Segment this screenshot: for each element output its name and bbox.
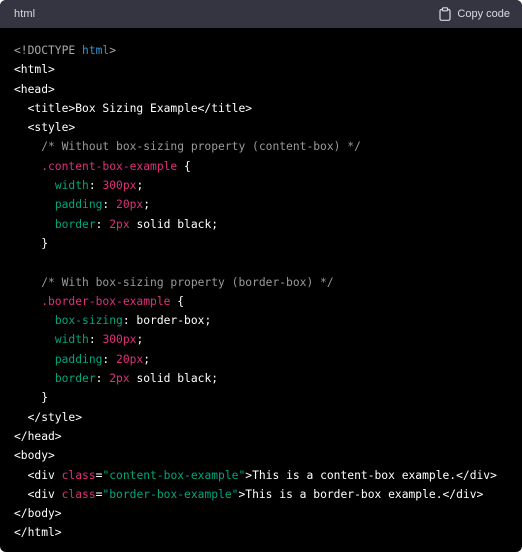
code-token: 2px [109,372,130,386]
code-token: <body> [14,449,55,463]
code-line: box-sizing: border-box; [14,311,508,330]
code-token: { [177,159,191,173]
code-token: solid black; [129,372,219,386]
code-line: <!DOCTYPE html> [14,41,508,60]
code-token: </head> [14,429,62,443]
code-token: padding [54,198,103,212]
code-token: } [14,391,49,405]
code-token: class [61,487,96,501]
code-token: box-sizing [54,314,123,328]
code-token: border [54,372,96,386]
code-token: <div [14,487,62,501]
code-token: solid black; [129,217,219,231]
code-block: html Copy code <!DOCTYPE html> <html> <hea… [0,0,522,552]
code-token: 20px [116,352,144,366]
code-token: >This is a border-box example.</div> [238,487,484,501]
code-line: padding: 20px; [14,350,508,369]
code-token: "border-box-example" [102,487,239,501]
code-line: border: 2px solid black; [14,369,508,388]
clipboard-icon [439,7,452,21]
code-token: .content-box-example [14,159,178,173]
code-token: ; [136,179,144,193]
code-line: .border-box-example { [14,292,508,311]
code-token: </body> [14,507,62,521]
code-token: <!DOCTYPE [14,44,83,57]
code-line: </head> [14,427,508,446]
code-line: <style> [14,118,508,137]
code-token: 300px [102,333,137,347]
code-token: : [88,179,103,193]
code-token: width [54,179,89,193]
language-label: html [14,8,36,20]
code-line: padding: 20px; [14,195,508,214]
code-token: : [95,217,110,231]
code-line: <div class="border-box-example">This is … [14,485,508,504]
code-token: 300px [102,179,137,193]
code-line: } [14,388,508,407]
code-token: { [170,294,185,308]
code-token: width [54,333,89,347]
code-token: : [88,333,103,347]
code-line: <title>Box Sizing Example</title> [14,99,508,118]
code-token: <html> [14,63,55,77]
code-token: : [95,372,110,386]
code-token: : [102,352,117,366]
code-token: "content-box-example" [102,468,246,482]
code-token: > [109,44,117,57]
code-token: /* Without box-sizing property (content-… [14,140,361,154]
code-token: <style> [14,121,76,135]
code-token: <head> [14,82,55,96]
code-line: </body> [14,504,508,523]
code-token: /* With box-sizing property (border-box)… [14,275,334,289]
code-token: 2px [109,217,130,231]
code-line: </style> [14,408,508,427]
code-token: ; [143,198,151,212]
code-line: border: 2px solid black; [14,215,508,234]
code-line: <body> [14,446,508,465]
code-line: .content-box-example { [14,157,508,176]
code-token: ; [136,333,144,347]
code-block-header: html Copy code [0,0,522,28]
code-line: /* Without box-sizing property (content-… [14,137,508,156]
code-line: </html> [14,523,508,542]
code-line: width: 300px; [14,176,508,195]
code-token: class [61,468,96,482]
code-token: ; [143,352,151,366]
code-token: 20px [116,198,144,212]
code-line: } [14,234,508,253]
code-line: <head> [14,80,508,99]
code-token: } [14,236,49,250]
code-token: padding [54,352,103,366]
copy-code-label: Copy code [457,8,510,20]
code-token: : [102,198,117,212]
code-line: width: 300px; [14,330,508,349]
code-token: border [54,217,96,231]
code-token: </html> [14,526,62,540]
code-line: /* With box-sizing property (border-box)… [14,273,508,292]
code-token: .border-box-example [14,294,171,308]
code-line: <div class="content-box-example">This is… [14,466,508,485]
code-token: : border-box; [122,314,212,328]
code-token: >This is a content-box example.</div> [245,468,497,482]
code-token: <div [14,468,62,482]
code-line: <html> [14,60,508,79]
code-area[interactable]: <!DOCTYPE html> <html> <head> <title>Box S… [0,28,522,543]
code-token: html [82,44,110,57]
copy-code-button[interactable]: Copy code [439,7,510,21]
code-token: <title>Box Sizing Example</title> [14,101,253,115]
code-token: </style> [14,410,83,424]
